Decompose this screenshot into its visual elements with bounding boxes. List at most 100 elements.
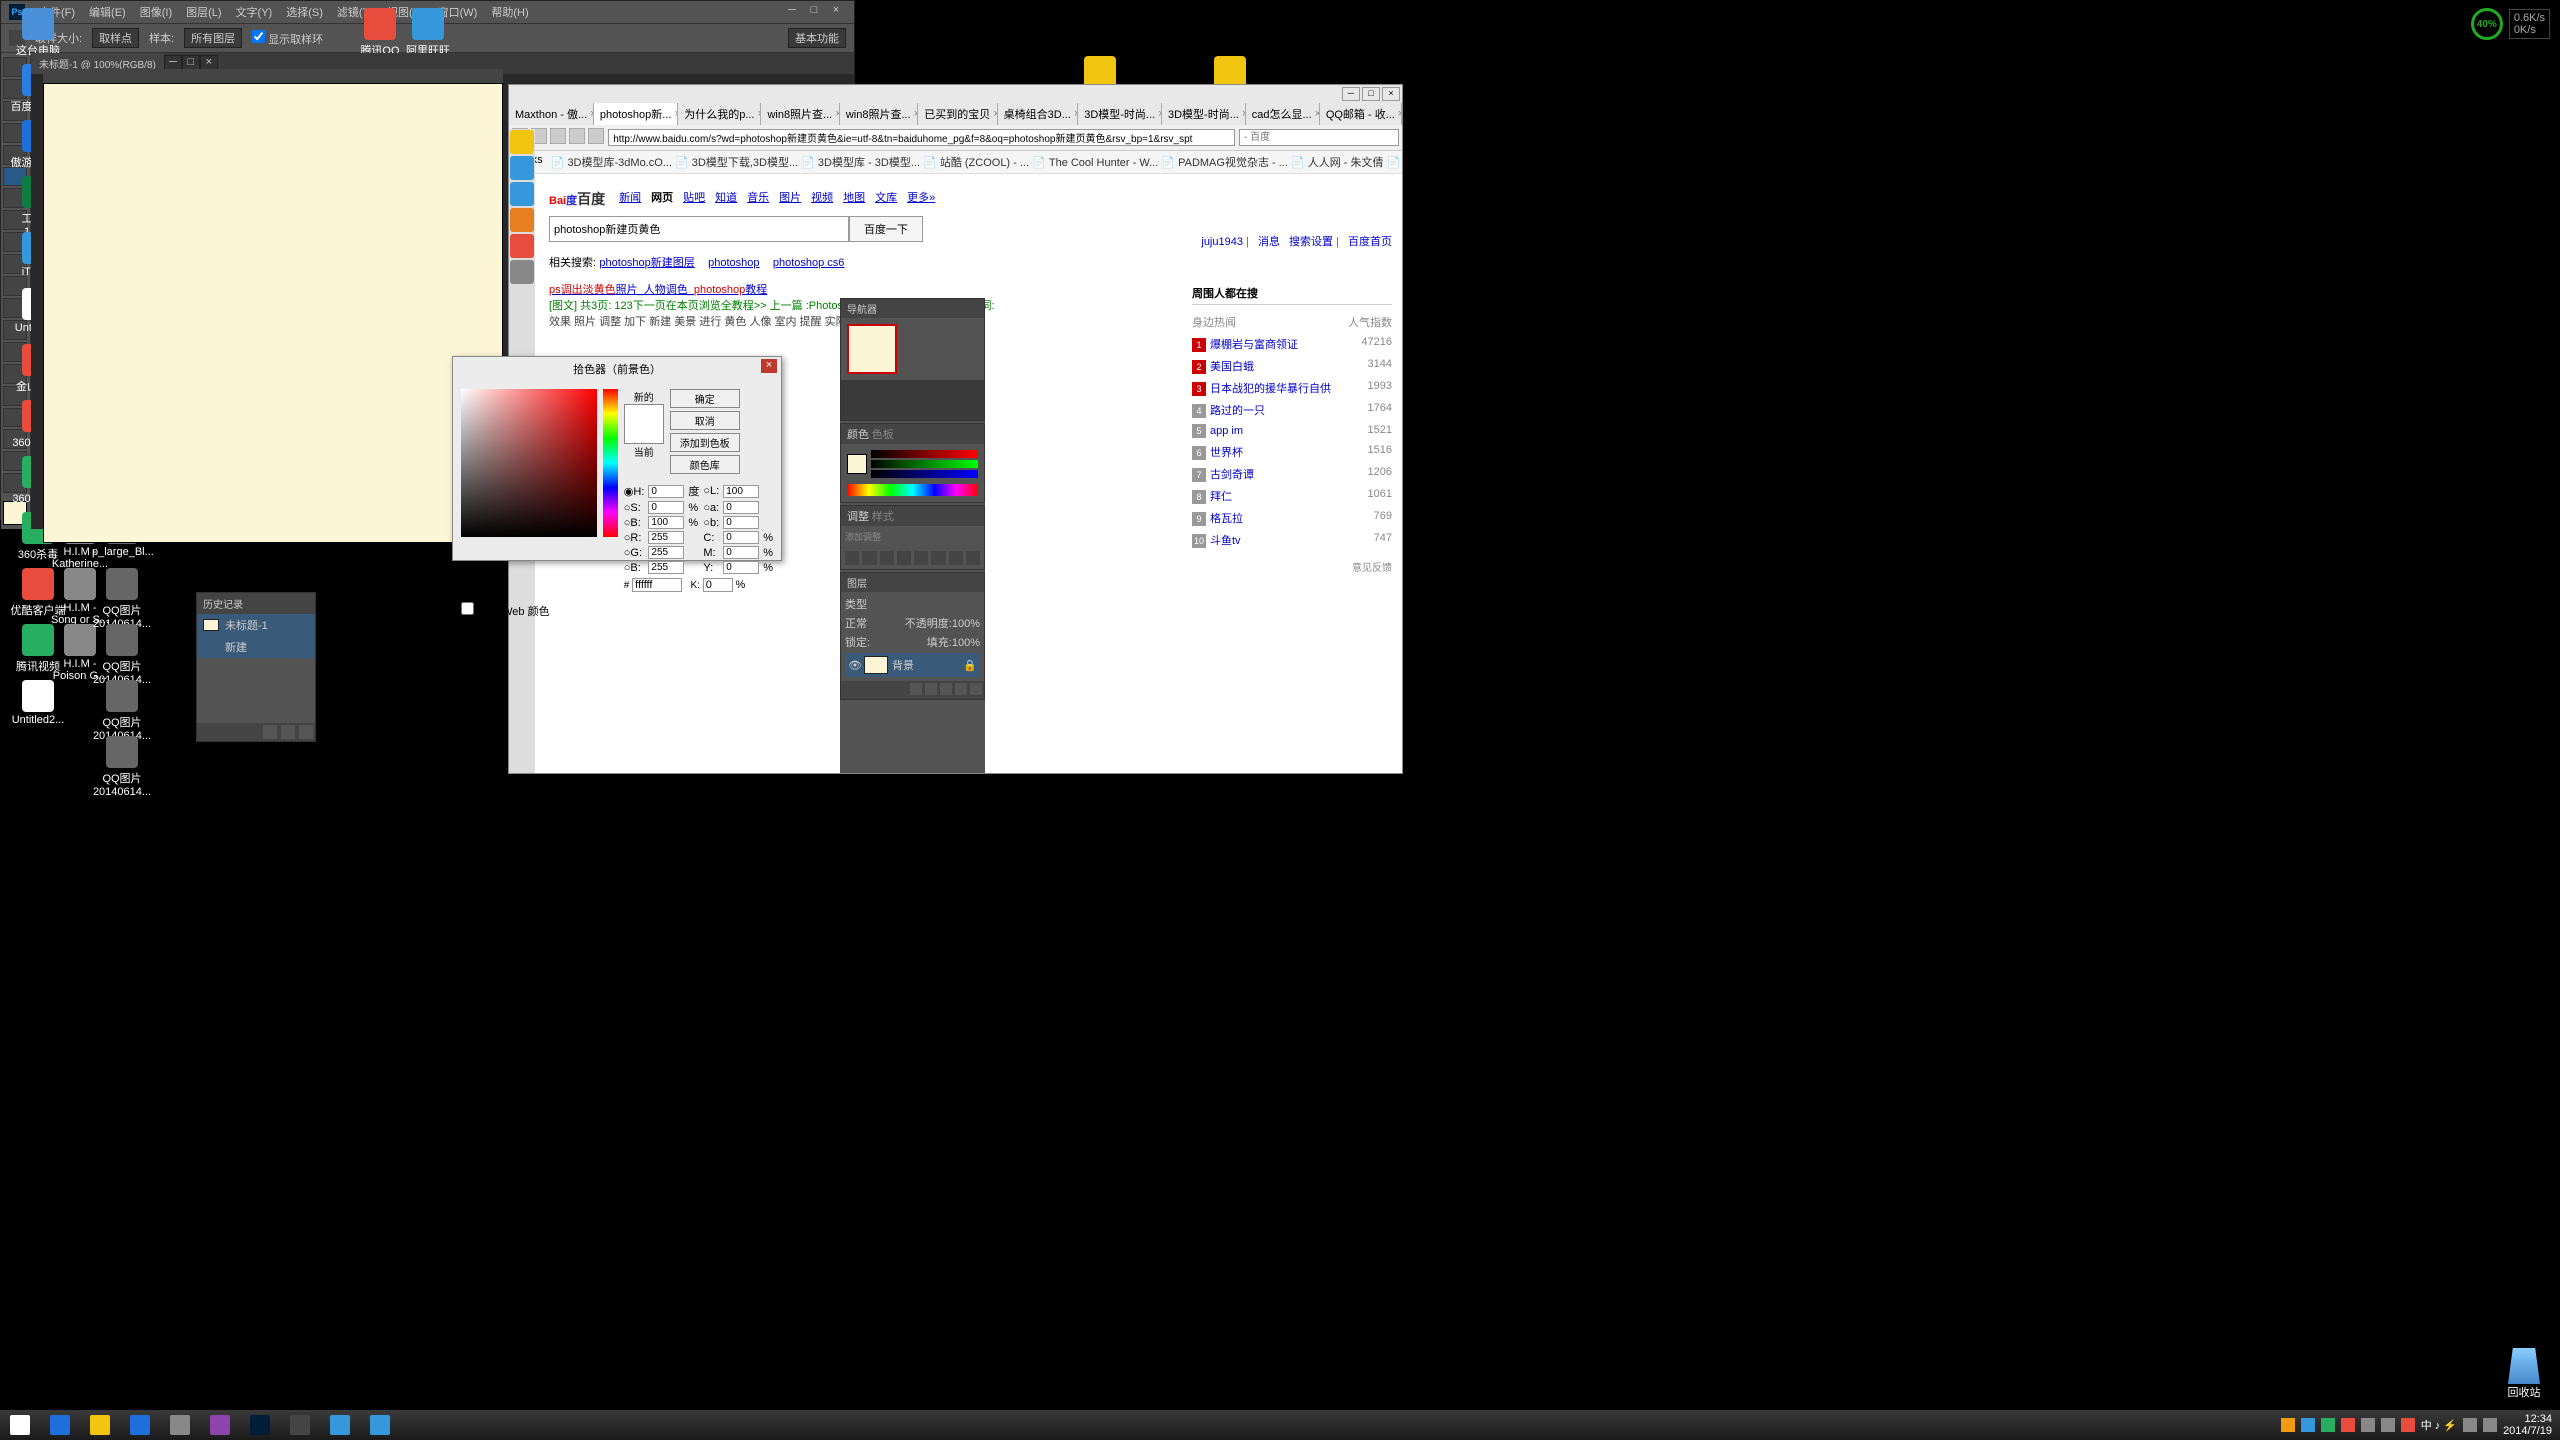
browser-tab[interactable]: 3D模型-时尚...×: [1078, 103, 1162, 125]
b2-radio[interactable]: ○b:: [703, 517, 719, 529]
tb-maxthon[interactable]: [120, 1411, 160, 1439]
color-fg[interactable]: [847, 454, 867, 474]
new-layer-icon[interactable]: [955, 683, 967, 695]
battery-widget[interactable]: 40% 0.6K/s0K/s: [2471, 8, 2550, 40]
adjustments-panel[interactable]: 调整 样式 添加调整: [840, 505, 985, 570]
tray-icon[interactable]: [2361, 1418, 2375, 1432]
eye-icon[interactable]: 👁: [848, 659, 860, 672]
trash-icon[interactable]: [970, 683, 982, 695]
browser-tab[interactable]: cad怎么显...×: [1246, 103, 1320, 125]
hot-item[interactable]: 9格瓦拉769: [1192, 507, 1392, 529]
desktop-icon[interactable]: QQ图片20140614...: [92, 568, 152, 630]
result-title[interactable]: ps调出淡黄色照片_人物调色_photoshop教程: [549, 280, 767, 296]
g-radio[interactable]: ○G:: [624, 547, 645, 559]
hot-item[interactable]: 10斗鱼tv747: [1192, 529, 1392, 551]
related-link[interactable]: photoshop新建图层: [599, 257, 694, 269]
volume-icon[interactable]: [2463, 1418, 2477, 1432]
related-link[interactable]: photoshop: [708, 257, 759, 269]
hot-item[interactable]: 2美国白蛾3144: [1192, 355, 1392, 377]
menu-type[interactable]: 文字(Y): [236, 4, 273, 20]
game-icon[interactable]: [510, 182, 534, 206]
r-slider[interactable]: [871, 450, 978, 458]
close-icon[interactable]: ×: [1382, 87, 1400, 101]
tb-ie[interactable]: [40, 1411, 80, 1439]
color-panel[interactable]: 颜色 色板: [840, 423, 985, 503]
network-icon[interactable]: [2483, 1418, 2497, 1432]
a-radio[interactable]: ○a:: [703, 502, 719, 514]
tray-icon[interactable]: [2321, 1418, 2335, 1432]
tb-settings[interactable]: [280, 1411, 320, 1439]
maximize-icon[interactable]: □: [804, 4, 824, 18]
nav-link[interactable]: 更多»: [907, 189, 935, 205]
bb-input[interactable]: [648, 561, 684, 574]
nav-link[interactable]: 贴吧: [683, 189, 705, 205]
bb-radio[interactable]: ○B:: [624, 562, 645, 574]
nav-link[interactable]: 图片: [779, 189, 801, 205]
start-button[interactable]: [0, 1411, 40, 1439]
add-swatch-button[interactable]: 添加到色板: [670, 433, 740, 452]
bookmark-link[interactable]: 📄 站酷 (ZCOOL) - ...: [920, 157, 1029, 169]
browser-tab[interactable]: Maxthon - 傲...×: [509, 103, 594, 125]
ok-button[interactable]: 确定: [670, 389, 740, 408]
more-icon[interactable]: [510, 260, 534, 284]
sample-size-select[interactable]: 取样点: [92, 28, 139, 48]
r-input[interactable]: [648, 531, 684, 544]
nav-link[interactable]: 新闻: [619, 189, 641, 205]
layers-panel[interactable]: 图层 类型 正常不透明度:100% 锁定:填充:100% 👁 背景 🔒: [840, 572, 985, 700]
nav-link[interactable]: 视频: [811, 189, 833, 205]
canvas[interactable]: [43, 83, 503, 543]
b-slider[interactable]: [871, 470, 978, 478]
rss-icon[interactable]: [510, 208, 534, 232]
c-input[interactable]: [723, 531, 759, 544]
desktop-icon[interactable]: 这台电脑: [8, 8, 68, 58]
hue-slider[interactable]: [603, 389, 618, 537]
browser-tab[interactable]: 为什么我的p...×: [678, 103, 761, 125]
cp-title[interactable]: 拾色器（前景色）×: [453, 357, 781, 381]
h-input[interactable]: [648, 485, 684, 498]
browser-tab[interactable]: photoshop新...×: [594, 103, 678, 125]
user-link[interactable]: juju1943: [1201, 236, 1243, 248]
hot-item[interactable]: 8拜仁1061: [1192, 485, 1392, 507]
show-ring-checkbox[interactable]: 显示取样环: [252, 30, 323, 47]
layer-row[interactable]: 👁 背景 🔒: [845, 653, 980, 677]
history-new-icon[interactable]: [281, 725, 295, 739]
nav-link[interactable]: 地图: [843, 189, 865, 205]
l-radio[interactable]: ○L:: [703, 485, 719, 497]
tb-photoshop[interactable]: [240, 1411, 280, 1439]
nav-link[interactable]: 网页: [651, 189, 673, 205]
search-input[interactable]: [549, 216, 849, 242]
cancel-button[interactable]: 取消: [670, 411, 740, 430]
tb-app2[interactable]: [320, 1411, 360, 1439]
url-input[interactable]: [608, 129, 1235, 146]
hot-item[interactable]: 7古剑奇谭1206: [1192, 463, 1392, 485]
web-only-checkbox[interactable]: 只有 Web 颜色: [461, 606, 550, 618]
browser-tab[interactable]: 3D模型-时尚...×: [1162, 103, 1246, 125]
hot-item[interactable]: 3日本战犯的援华暴行自供1993: [1192, 377, 1392, 399]
menu-help[interactable]: 帮助(H): [491, 4, 528, 20]
desktop-icon[interactable]: Untitled2...: [8, 680, 68, 726]
bookmark-link[interactable]: 📄 我的首页 | 开心网: [1384, 157, 1403, 169]
minimize-icon[interactable]: ─: [782, 4, 802, 18]
clock[interactable]: 12:342014/7/19: [2503, 1413, 2552, 1437]
adj-icon[interactable]: [880, 551, 894, 565]
ime-text[interactable]: 中 ♪ ⚡: [2421, 1417, 2457, 1433]
bookmark-link[interactable]: 📄 3D模型库-3dMo.cO...: [551, 157, 672, 169]
g-slider[interactable]: [871, 460, 978, 468]
l-input[interactable]: [723, 485, 759, 498]
bookmark-link[interactable]: 📄 PADMAG视觉杂志 - ...: [1158, 157, 1288, 169]
home-link[interactable]: 百度首页: [1348, 236, 1392, 248]
home-icon[interactable]: [569, 128, 585, 144]
browser-tab[interactable]: 已买到的宝贝×: [918, 103, 997, 125]
close-icon[interactable]: ×: [826, 4, 846, 18]
g-input[interactable]: [648, 546, 684, 559]
tray-icon[interactable]: [2381, 1418, 2395, 1432]
hex-input[interactable]: [632, 578, 682, 592]
k-input[interactable]: [703, 578, 733, 592]
maximize-icon[interactable]: □: [1362, 87, 1380, 101]
menu-select[interactable]: 选择(S): [286, 4, 323, 20]
tb-winrar[interactable]: [200, 1411, 240, 1439]
r-radio[interactable]: ○R:: [624, 532, 645, 544]
folder-icon[interactable]: [940, 683, 952, 695]
b2-input[interactable]: [723, 516, 759, 529]
settings-link[interactable]: 搜索设置: [1289, 236, 1333, 248]
